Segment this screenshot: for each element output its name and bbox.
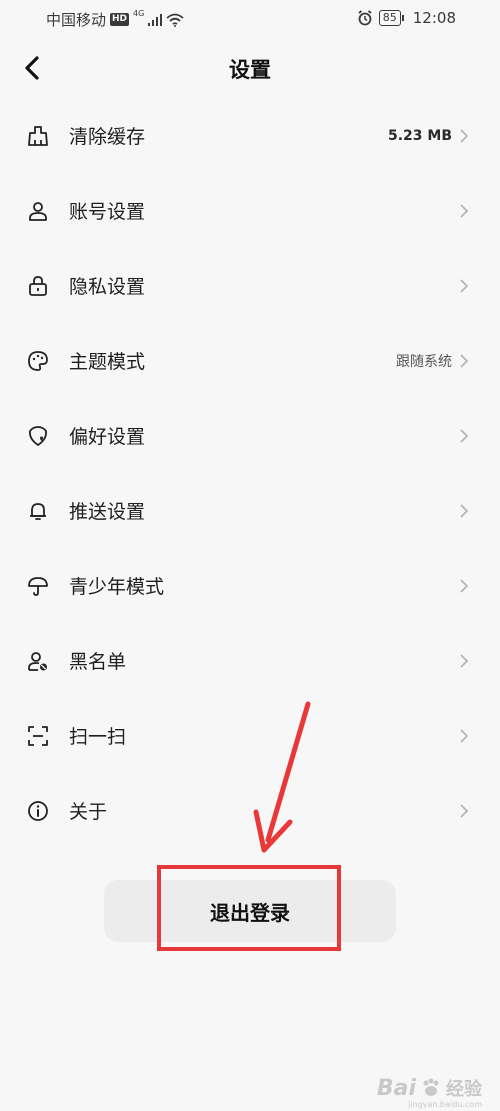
watermark-suffix: 经验 (446, 1079, 482, 1100)
menu-item-label: 偏好设置 (69, 426, 146, 448)
chevron-right-icon (460, 129, 469, 143)
menu-item-label: 推送设置 (69, 501, 146, 523)
menu-item-privacy-settings[interactable]: 隐私设置 (0, 248, 500, 323)
user-icon (29, 202, 47, 221)
chevron-right-icon (460, 729, 469, 743)
clock: 12:08 (412, 9, 456, 27)
signal-icon (148, 13, 163, 26)
menu-item-preference-settings[interactable]: 偏好设置 (0, 398, 500, 473)
menu-item-account-settings[interactable]: 账号设置 (0, 173, 500, 248)
info-icon (28, 801, 48, 821)
chevron-right-icon (460, 204, 469, 218)
hd-badge: HD (110, 13, 130, 26)
chevron-right-icon (460, 804, 469, 818)
status-bar: 中国移动 HD 4G 85 12:08 (0, 0, 500, 38)
chevron-right-icon (460, 579, 469, 593)
wifi-icon (166, 13, 184, 27)
menu-item-label: 黑名单 (69, 651, 127, 673)
nav-bar: 设置 (0, 44, 500, 94)
umbrella-icon (28, 577, 48, 596)
battery-indicator: 85 (378, 10, 404, 26)
menu-item-theme-mode[interactable]: 主题模式 跟随系统 (0, 323, 500, 398)
watermark-brand: Bai (376, 1075, 416, 1101)
scan-icon (28, 726, 48, 746)
menu-item-push-settings[interactable]: 推送设置 (0, 473, 500, 548)
baidu-watermark: Bai 经验 jingyan.baidu.com (376, 1075, 482, 1110)
chevron-right-icon (460, 654, 469, 668)
menu-item-clear-cache[interactable]: 清除缓存 5.23 MB (0, 98, 500, 173)
menu-item-label: 清除缓存 (69, 126, 146, 148)
chevron-right-icon (460, 279, 469, 293)
palette-icon (28, 351, 48, 371)
menu-item-label: 账号设置 (69, 201, 146, 223)
lock-icon (29, 276, 47, 296)
cache-size-value: 5.23 MB (387, 127, 452, 144)
network-type: 4G (133, 9, 145, 18)
page-title: 设置 (229, 58, 271, 82)
carrier-name: 中国移动 (46, 11, 107, 29)
theme-mode-value: 跟随系统 (396, 353, 452, 370)
menu-item-label: 关于 (69, 801, 108, 823)
menu-item-blacklist[interactable]: 黑名单 (0, 623, 500, 698)
menu-item-label: 主题模式 (69, 351, 146, 373)
alarm-icon (358, 10, 372, 26)
user-block-icon (28, 652, 47, 671)
shield-heart-icon (29, 426, 47, 446)
paw-icon (423, 1078, 439, 1096)
menu-item-teen-mode[interactable]: 青少年模式 (0, 548, 500, 623)
menu-item-label: 青少年模式 (69, 576, 165, 598)
menu-item-label: 隐私设置 (69, 276, 146, 298)
chevron-right-icon (460, 354, 469, 368)
menu-item-label: 扫一扫 (69, 726, 127, 748)
chevron-right-icon (460, 429, 469, 443)
chevron-right-icon (460, 504, 469, 518)
bell-icon (30, 503, 46, 520)
broom-icon (28, 126, 48, 146)
watermark-domain: jingyan.baidu.com (408, 1100, 482, 1109)
annotation-highlight-box (157, 865, 341, 951)
annotation-arrow-icon (253, 701, 311, 853)
